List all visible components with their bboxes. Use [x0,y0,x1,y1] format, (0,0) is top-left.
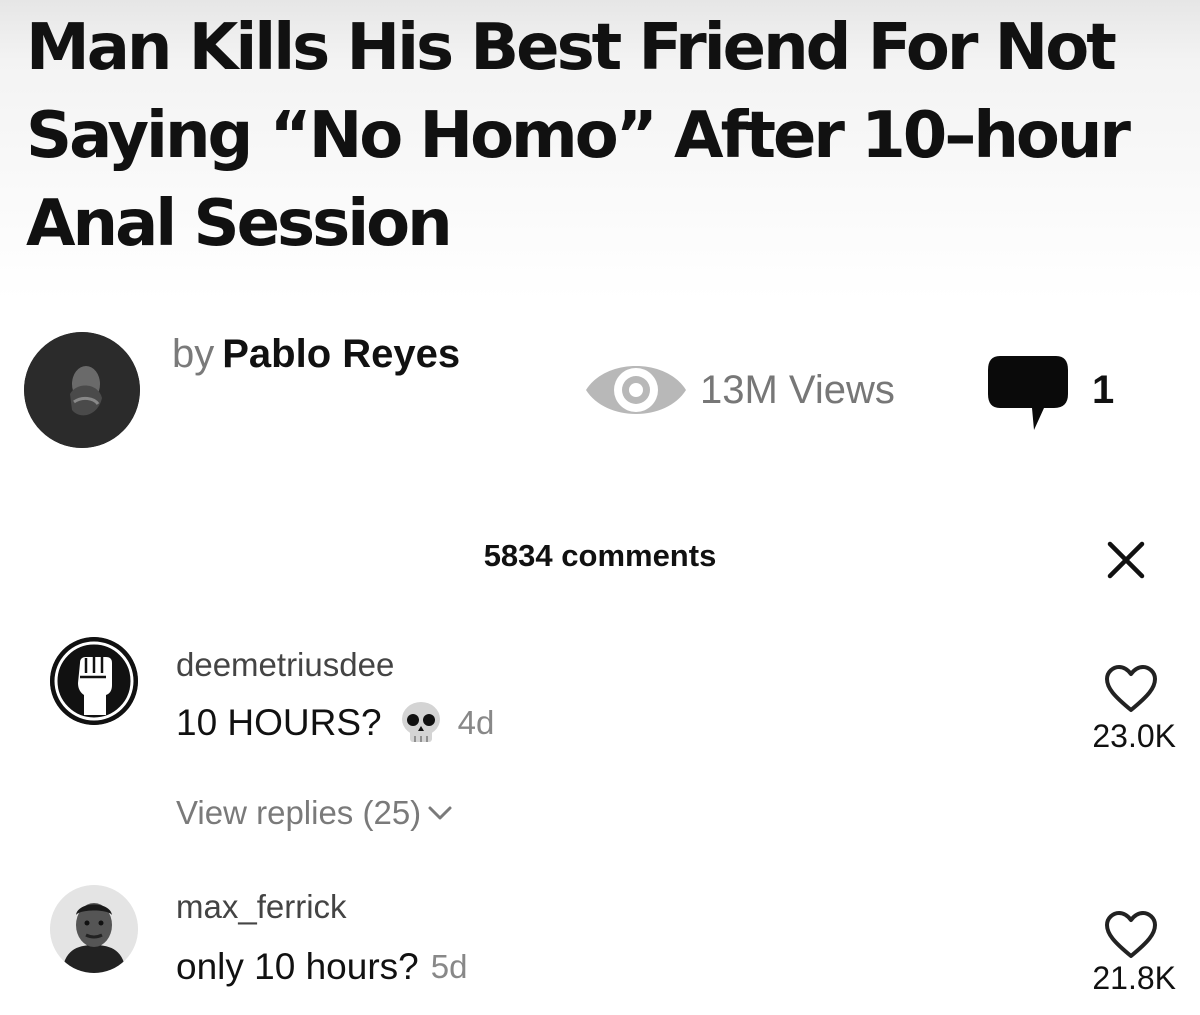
comments-title: 5834 comments [483,538,717,573]
profile-photo [50,885,138,973]
byline: by Pablo Reyes [172,332,460,377]
view-count: 13M Views [700,368,895,412]
like-count: 23.0K [1092,718,1176,754]
comment-age: 5d [430,948,468,985]
close-icon[interactable] [1104,538,1148,582]
comment-body: 10 HOURS? [176,702,382,743]
comment-age: 4d [457,704,495,741]
comment-username[interactable]: deemetriusdee [176,646,394,684]
author-photo [24,332,140,448]
author-name[interactable]: Pablo Reyes [222,332,460,376]
speech-bubble-icon[interactable] [986,350,1070,432]
eye-icon [586,366,686,414]
comment-count: 1 [1092,368,1115,412]
view-replies-button[interactable]: View replies (25) [176,794,453,832]
commenter-avatar[interactable] [50,637,138,725]
heart-icon[interactable] [1104,664,1158,714]
chevron-down-icon [428,806,452,820]
comment-body: only 10 hours? [176,946,419,987]
author-avatar[interactable] [24,332,140,448]
article-headline: Man Kills His Best Friend For Not Saying… [26,11,1131,261]
comment-text: 10 HOURS? 4d [176,698,494,748]
comment-username[interactable]: max_ferrick [176,888,347,926]
raised-fist-icon [50,637,138,725]
heart-icon[interactable] [1104,910,1158,960]
byline-prefix: by [172,332,215,376]
comment-text: only 10 hours? 5d [176,946,467,988]
like-count: 21.8K [1092,960,1176,996]
view-replies-label: View replies (25) [176,794,422,831]
skull-icon [401,702,440,742]
commenter-avatar[interactable] [50,885,138,973]
